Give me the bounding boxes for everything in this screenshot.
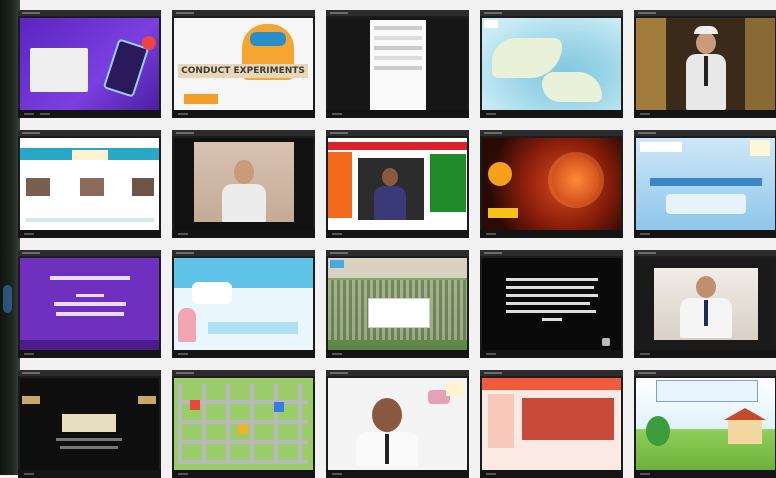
video-tile-7[interactable] — [172, 130, 315, 238]
video-tile-19[interactable] — [480, 370, 623, 478]
video-tile-2[interactable]: CONDUCT EXPERIMENTS — [172, 10, 315, 118]
tile-screen-purple-slide — [20, 18, 159, 110]
tile-screen-cartoon-lesson — [174, 258, 313, 350]
yellow-label — [488, 208, 518, 218]
video-tile-3[interactable] — [326, 10, 469, 118]
tile-screen-map — [482, 18, 621, 110]
slide-title-box — [62, 414, 116, 432]
photo-thumb-2 — [80, 178, 104, 196]
video-tile-4[interactable] — [480, 10, 623, 118]
person-head — [696, 276, 716, 298]
video-tile-20[interactable] — [634, 370, 776, 478]
video-tile-grid: CONDUCT EXPERIMENTS — [18, 10, 776, 478]
video-tile-15[interactable] — [634, 250, 776, 358]
house-roof — [724, 408, 766, 420]
phone-graphic — [102, 38, 150, 98]
tile-screen-purple-title — [20, 258, 159, 350]
video-tile-8[interactable] — [326, 130, 469, 238]
orange-button-graphic — [184, 94, 218, 104]
tile-screen-crowd-photo — [328, 258, 467, 350]
person-shirt — [222, 184, 266, 222]
orange-badge — [488, 162, 512, 186]
tile-screen-conduct-experiments: CONDUCT EXPERIMENTS — [174, 18, 313, 110]
conduct-experiments-title: CONDUCT EXPERIMENTS — [178, 64, 308, 78]
tile-screen-town-map — [174, 378, 313, 470]
phone-screen-list — [370, 20, 426, 110]
map-logo — [484, 20, 498, 28]
slide-logo — [72, 150, 108, 160]
video-tile-5[interactable] — [634, 10, 776, 118]
video-tile-17[interactable] — [172, 370, 315, 478]
speech-bubble — [192, 282, 232, 304]
dark-window-edge — [0, 0, 20, 475]
photo-thumb-1 — [26, 178, 50, 196]
cartoon-goggles — [250, 32, 286, 46]
orange-panel — [328, 152, 352, 218]
person-cap — [694, 26, 718, 34]
video-tile-16[interactable] — [18, 370, 161, 478]
tile-screen-green-slide — [328, 138, 467, 230]
tile-screen-virus-graphic — [482, 138, 621, 230]
video-tile-6[interactable] — [18, 130, 161, 238]
person-head — [372, 398, 402, 432]
tile-screen-student-standing — [636, 18, 775, 110]
video-tile-9[interactable] — [480, 130, 623, 238]
tile-screen-phone-list — [328, 18, 467, 110]
photo-caption-box — [368, 298, 430, 328]
slide-board — [522, 398, 614, 440]
slide-logo — [330, 260, 344, 268]
tile-screen-webcam-speaker — [174, 138, 313, 230]
tile-screen-blue-slide — [636, 138, 775, 230]
tile-titlebar — [18, 10, 161, 16]
slide-logo — [640, 142, 682, 152]
tile-screen-black-text — [482, 258, 621, 350]
video-tile-14[interactable] — [480, 250, 623, 358]
cartoon-kid — [178, 308, 196, 342]
tile-screen-slide-photos — [20, 138, 159, 230]
school-crest — [750, 140, 770, 156]
video-tile-13[interactable] — [326, 250, 469, 358]
slide-heading-bar — [650, 178, 762, 186]
person-head — [696, 32, 716, 54]
video-tile-1[interactable] — [18, 10, 161, 118]
tile-screen-student-seated — [636, 258, 775, 350]
video-tile-18[interactable] — [326, 370, 469, 478]
photo-thumb-3 — [132, 178, 154, 196]
webcam-inset — [358, 158, 424, 220]
green-panel — [430, 154, 466, 212]
tree-graphic — [646, 416, 670, 446]
video-tile-11[interactable] — [18, 250, 161, 358]
edge-glow — [3, 285, 12, 313]
project-title-box — [656, 380, 758, 402]
map-landmass-2 — [542, 72, 602, 102]
video-tile-10[interactable] — [634, 130, 776, 238]
person-head — [234, 160, 254, 184]
virus-graphic — [552, 156, 600, 204]
house-graphic — [728, 418, 762, 444]
cartoon-figure — [488, 394, 514, 448]
video-tile-12[interactable] — [172, 250, 315, 358]
progress-track — [208, 322, 298, 334]
red-dot-graphic — [142, 36, 156, 50]
slide-textbox — [30, 48, 88, 92]
small-icon — [602, 338, 610, 346]
tile-screen-project-title — [636, 378, 775, 470]
tile-screen-classroom-slide — [482, 378, 621, 470]
tile-screen-student-closeup — [328, 378, 467, 470]
tile-screen-dark-slide — [20, 378, 159, 470]
school-crest — [446, 382, 464, 396]
